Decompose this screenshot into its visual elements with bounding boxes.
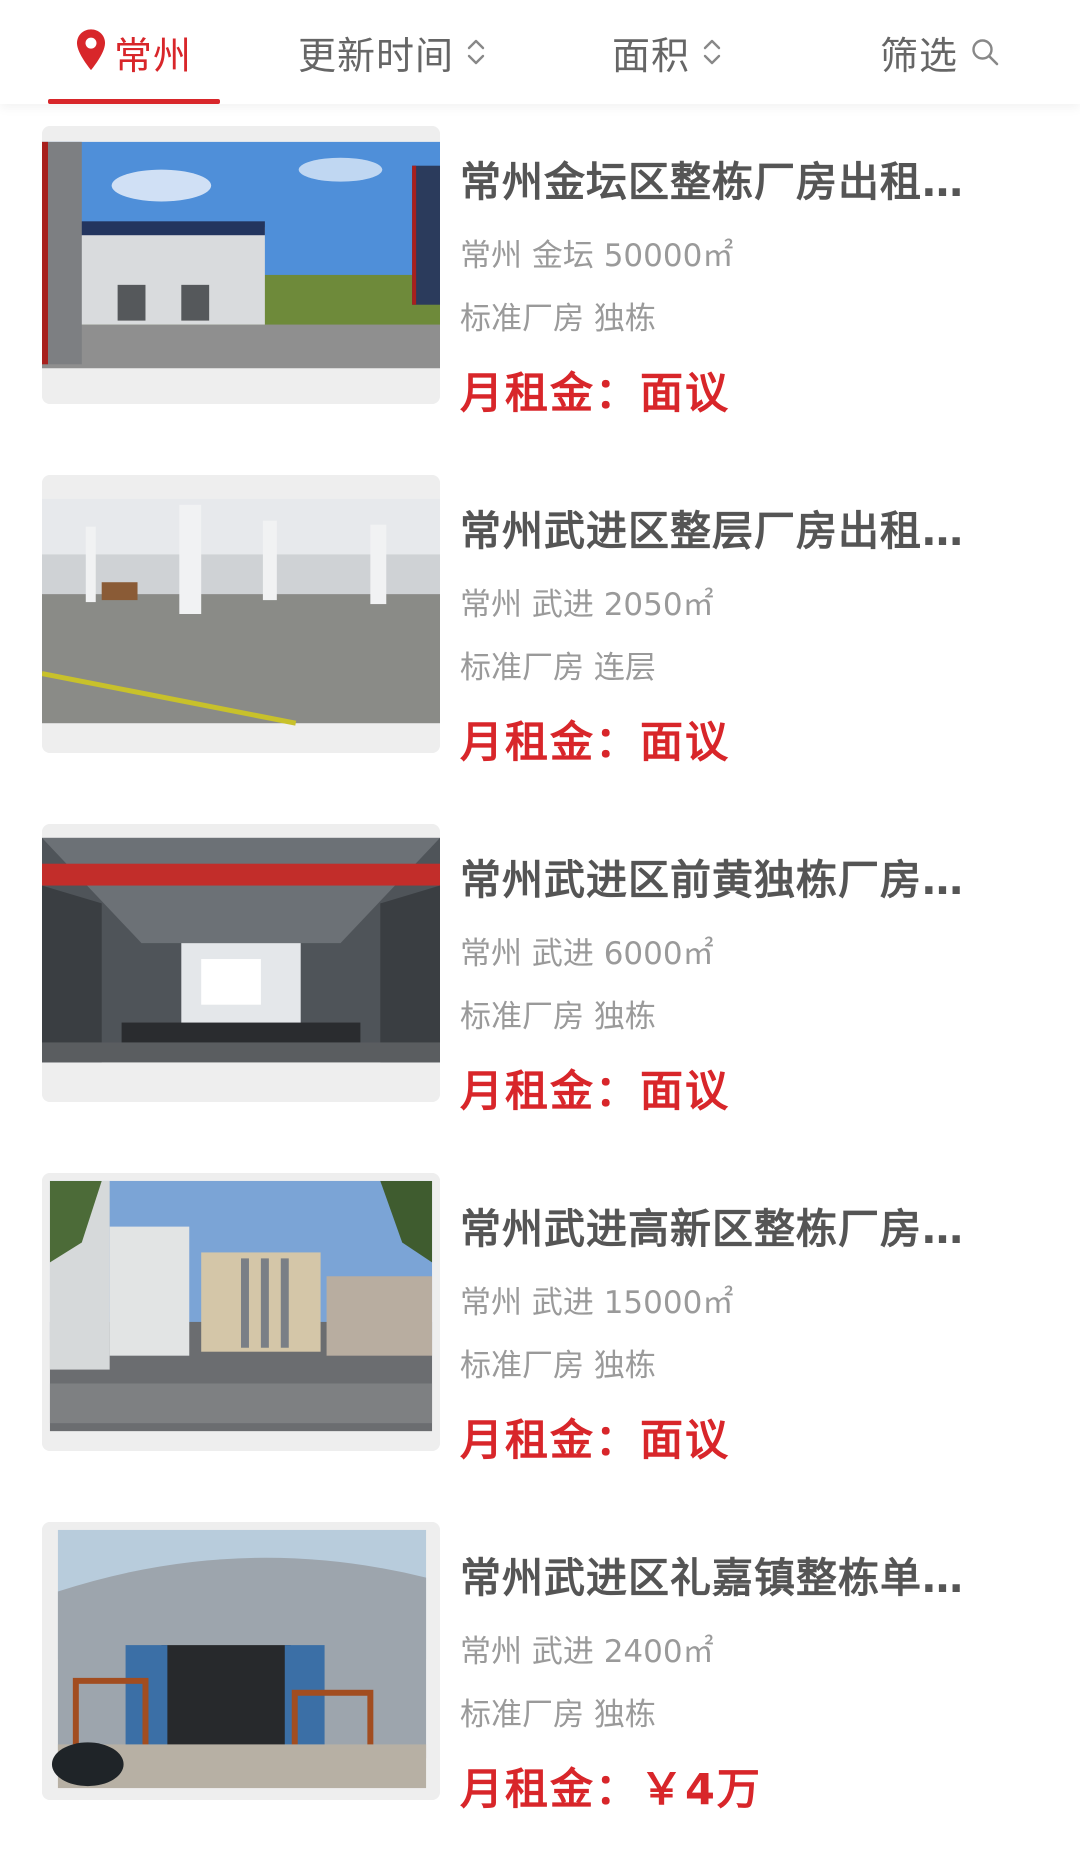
listing-price: 月租金：面议	[460, 1416, 730, 1466]
search-icon	[972, 39, 999, 66]
location-pin-icon	[76, 29, 106, 71]
listing-thumbnail	[42, 475, 440, 753]
crane-workshop-photo	[42, 824, 440, 1102]
sort-by-area[interactable]: 面积	[612, 0, 724, 104]
listing-thumbnail	[42, 1522, 440, 1800]
listing-title: 常州武进区前黄独栋厂房…	[460, 856, 964, 904]
office-building-photo	[42, 1173, 440, 1451]
city-label: 常州	[114, 33, 193, 78]
listing-price: 月租金：￥4万	[460, 1765, 762, 1815]
listing-location-area: 常州 武进 15000㎡	[460, 1285, 734, 1321]
listing-title: 常州金坛区整栋厂房出租…	[460, 158, 964, 206]
factory-exterior-photo	[42, 126, 440, 404]
listing-thumbnail	[42, 824, 440, 1102]
city-selector[interactable]: 常州	[74, 0, 192, 104]
listing-tags: 标准厂房 连层	[460, 650, 656, 686]
listing-tags: 标准厂房 独栋	[460, 1348, 656, 1384]
listing-title: 常州武进高新区整栋厂房…	[460, 1205, 964, 1253]
sort-area-label: 面积	[612, 33, 691, 78]
warehouse-exterior-photo	[42, 1522, 440, 1800]
listing-card[interactable]: 常州武进区前黄独栋厂房… 常州 武进 6000㎡ 标准厂房 独栋 月租金：面议	[0, 802, 1080, 1151]
listing-card[interactable]: 常州武进区整层厂房出租… 常州 武进 2050㎡ 标准厂房 连层 月租金：面议	[0, 453, 1080, 802]
listing-thumbnail	[42, 1173, 440, 1451]
sort-by-update-time[interactable]: 更新时间	[298, 0, 488, 104]
active-tab-indicator	[48, 99, 220, 104]
listing-location-area: 常州 金坛 50000㎡	[460, 238, 734, 274]
listing-title: 常州武进区整层厂房出租…	[460, 507, 964, 555]
filter-button[interactable]: 筛选	[880, 0, 1000, 104]
up-down-chevron-icon	[467, 39, 485, 65]
listing-card[interactable]: 常州武进区礼嘉镇整栋单… 常州 武进 2400㎡ 标准厂房 独栋 月租金：￥4万	[0, 1500, 1080, 1849]
listing-card[interactable]: 常州金坛区整栋厂房出租… 常州 金坛 50000㎡ 标准厂房 独栋 月租金：面议	[0, 104, 1080, 453]
listing-card[interactable]: 常州武进高新区整栋厂房… 常州 武进 15000㎡ 标准厂房 独栋 月租金：面议	[0, 1151, 1080, 1500]
listing-price: 月租金：面议	[460, 718, 730, 768]
factory-interior-photo	[42, 475, 440, 753]
listing-title: 常州武进区礼嘉镇整栋单…	[460, 1554, 964, 1602]
up-down-chevron-icon	[703, 39, 721, 65]
listing-tags: 标准厂房 独栋	[460, 1697, 656, 1733]
listing-location-area: 常州 武进 6000㎡	[460, 936, 714, 972]
listing-price: 月租金：面议	[460, 369, 730, 419]
sort-time-label: 更新时间	[298, 33, 455, 78]
filter-label: 筛选	[880, 33, 959, 78]
listing-location-area: 常州 武进 2050㎡	[460, 587, 714, 623]
listing-tags: 标准厂房 独栋	[460, 301, 656, 337]
listing-price: 月租金：面议	[460, 1067, 730, 1117]
listing-location-area: 常州 武进 2400㎡	[460, 1634, 714, 1670]
listing-thumbnail	[42, 126, 440, 404]
filter-bar: 常州 更新时间 面积 筛选	[0, 0, 1080, 104]
listing-tags: 标准厂房 独栋	[460, 999, 656, 1035]
